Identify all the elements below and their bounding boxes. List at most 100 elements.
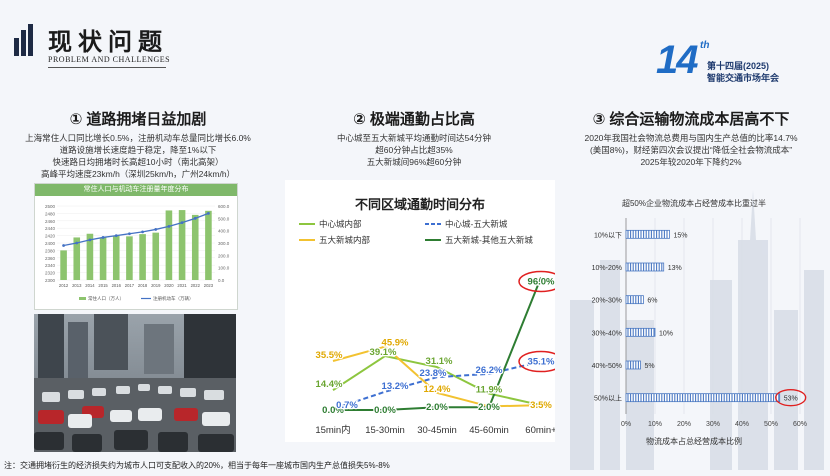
chart3-title: 超50%企业物流成本占经营成本比重过半 xyxy=(622,198,766,208)
chart1-line-point xyxy=(141,230,144,234)
chart2-legend-label: 五大新城内部 xyxy=(319,235,371,245)
chart1-title: 常住人口与机动车注册量年度分布 xyxy=(35,184,237,196)
chart3-ytick: 40%-50% xyxy=(592,363,622,370)
chart1-bar xyxy=(178,210,186,280)
chart2-xtick: 15-30min xyxy=(365,425,405,436)
section3-line: (美国8%)，财经第四次会议提出“降低全社会物流成本” xyxy=(589,145,793,155)
chart1-ytick-right: 0.0 xyxy=(218,278,225,283)
chart1-xtick: 2015 xyxy=(98,283,108,288)
chart3-value-label: 5% xyxy=(645,363,655,370)
chart1-bar xyxy=(60,250,67,280)
chart1-ytick-right: 300.0 xyxy=(218,241,230,246)
chart1-bar xyxy=(99,237,107,280)
chart2-title: 不同区域通勤时间分布 xyxy=(355,197,485,212)
section3-desc: 2020年我国社会物流总费用与国内生产总值的比率14.7% (美国8%)，财经第… xyxy=(552,132,830,168)
chart2-data-label: 31.1% xyxy=(426,356,453,367)
chart1-xtick: 2012 xyxy=(59,283,69,288)
section2-line: 五大新城间96%超60分钟 xyxy=(366,157,462,167)
chart1-xtick: 2013 xyxy=(72,283,82,288)
chart1-bar xyxy=(205,210,212,280)
chart1-line-point xyxy=(114,234,118,237)
chart1-bar xyxy=(112,235,120,280)
chart3-xtick: 50% xyxy=(764,421,778,428)
chart3-xlabel: 物流成本占总经营成本比例 xyxy=(646,436,742,446)
chart1-line-point xyxy=(62,244,65,247)
title-underline xyxy=(48,67,166,68)
chart2-data-label: 26.2% xyxy=(476,365,503,376)
chart2-xtick: 30-45min xyxy=(417,425,457,436)
section1-desc: 上海常住人口同比增长0.5%，注册机动车总量同比增长6.0% 道路设施增长速度趋… xyxy=(0,132,276,180)
chart1-ytick-left: 2300 xyxy=(45,278,56,283)
chart2-data-label: 96.0% xyxy=(528,277,555,288)
chart1-line-point xyxy=(75,241,79,245)
chart2-data-label: 39.1% xyxy=(370,347,397,358)
chart2-xtick: 15min内 xyxy=(315,424,350,436)
chart2-data-label: 0.7% xyxy=(336,400,358,411)
chart3-bar-outline xyxy=(625,229,670,239)
chart3-bar-outline xyxy=(625,262,665,272)
conference-logo-line2: 智能交通市场年会 xyxy=(707,73,780,83)
chart1-line-point xyxy=(101,236,105,239)
chart1-line-point xyxy=(167,224,171,228)
chart3-xtick: 10% xyxy=(648,421,662,428)
chart2-data-label: 23.8% xyxy=(420,368,447,379)
section1-line: 高峰平均速度23km/h（深圳25km/h，广州24km/h） xyxy=(40,169,236,179)
chart1-legend-label: 注册机动车（万辆） xyxy=(153,295,194,302)
chart2-xtick: 60min+ xyxy=(525,425,555,436)
chart2-data-label: 3.5% xyxy=(530,400,552,411)
page-subtitle: PROBLEM AND CHALLENGES xyxy=(48,55,171,64)
commute-time-chart: 不同区域通勤时间分布 中心城内部 中心城-五大新城 五大新城内部 五大新城-其他五大新城… xyxy=(285,180,564,442)
chart3-svg: 超50%企业物流成本占经营成本比重过半 0% 10% 20% 30% 40% 50% 60% 1… xyxy=(592,198,807,446)
chart1-ytick-left: 2320 xyxy=(45,271,56,276)
section2-line: 中心城至五大新城平均通勤时间达54分钟 xyxy=(337,133,491,143)
chart1-xtick: 2018 xyxy=(138,283,148,288)
chart1-line-point xyxy=(88,238,92,242)
section2-heading: ② 极端通勤占比高 xyxy=(353,111,475,128)
footnote: 注：交通拥堵衍生的经济损失约为城市人口可支配收入的20%，相当于每年一座城市国内… xyxy=(4,461,390,470)
chart2-svg: 不同区域通勤时间分布中心城内部 中心城-五大新城五大新城内部 五大新城-其他五大新城… xyxy=(299,197,564,436)
chart1-xtick: 2021 xyxy=(177,283,187,288)
title-bars-icon xyxy=(14,24,40,56)
chart1-bar xyxy=(126,236,133,280)
section1-heading: ① 道路拥堵日益加剧 xyxy=(69,111,207,128)
traffic-jam-photo xyxy=(34,314,236,452)
section2-desc: 中心城至五大新城平均通勤时间达54分钟 超60分钟占比超35% 五大新城间96%… xyxy=(276,132,552,168)
chart1-line-point xyxy=(128,232,131,236)
chart3-ytick: 50%以上 xyxy=(594,394,622,403)
chart3-ytick: 10%-20% xyxy=(592,265,622,272)
chart1-ytick-right: 600.0 xyxy=(218,204,230,209)
chart2-data-label: 35.5% xyxy=(316,350,343,361)
chart1-ytick-left: 2440 xyxy=(45,226,56,231)
chart1-line-point xyxy=(154,228,158,231)
section3-line: 2020年我国社会物流总费用与国内生产总值的比率14.7% xyxy=(584,133,798,143)
chart1-xtick: 2014 xyxy=(85,283,95,288)
chart1-line-point xyxy=(193,216,197,220)
chart1-line xyxy=(63,212,209,247)
section2-line: 超60分钟占比超35% xyxy=(375,145,453,155)
chart3-xtick: 60% xyxy=(793,421,807,428)
chart3-value-label: 53% xyxy=(784,396,798,403)
chart3-xtick: 40% xyxy=(735,421,749,428)
chart2-data-label: 12.4% xyxy=(424,384,451,395)
chart3-ytick: 30%-40% xyxy=(592,330,622,337)
chart3-value-label: 13% xyxy=(668,265,682,272)
chart2-xtick: 45-60min xyxy=(469,425,509,436)
chart3-ytick: 10%以下 xyxy=(594,231,622,239)
chart2-data-label: 0.0% xyxy=(374,405,396,416)
chart2-legend-label: 五大新城-其他五大新城 xyxy=(445,235,533,245)
chart3-value-label: 10% xyxy=(659,330,673,337)
chart1-ytick-left: 2360 xyxy=(45,256,56,261)
chart1-legend-swatch xyxy=(79,297,86,300)
chart1-ytick-left: 2480 xyxy=(45,211,56,216)
chart1-xtick: 2023 xyxy=(204,283,214,288)
chart3-xtick: 0% xyxy=(621,421,631,428)
chart1-bar xyxy=(139,234,146,280)
section1-line: 快速路日均拥堵时长高超10小时（南北高架） xyxy=(52,157,224,167)
conference-logo-sup: th xyxy=(700,40,710,51)
chart3-ytick: 20%-30% xyxy=(592,298,622,305)
chart1-bar xyxy=(152,232,160,280)
chart1-legend-label: 常住人口（万人） xyxy=(88,295,124,302)
conference-logo-number: 14 xyxy=(656,38,698,82)
chart1-ytick-left: 2460 xyxy=(45,219,56,224)
chart1-ytick-left: 2340 xyxy=(45,263,56,268)
